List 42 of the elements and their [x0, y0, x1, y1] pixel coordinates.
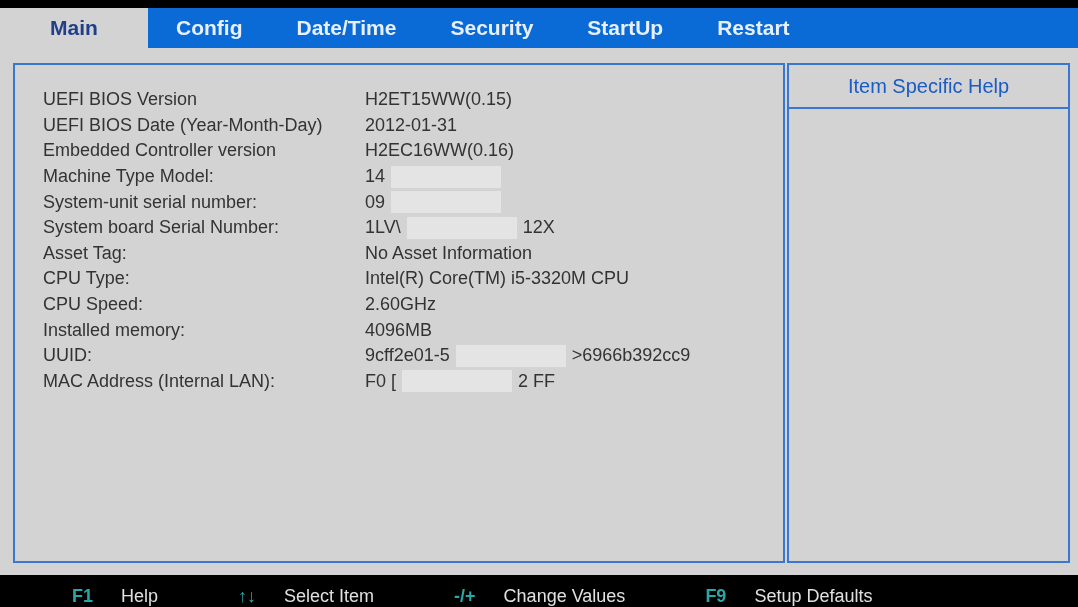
info-value: 09: [365, 191, 386, 213]
key-action: Change Values: [503, 586, 626, 607]
info-value: 12X: [522, 217, 555, 239]
menu-tab[interactable]: Security: [426, 8, 558, 48]
info-value: Intel(R) Core(TM) i5-3320M CPU: [365, 268, 630, 290]
info-label: CPU Speed:: [43, 294, 145, 316]
key-label: F9: [705, 586, 727, 607]
key-label: -/+: [454, 586, 476, 607]
key-label: F1: [72, 586, 93, 607]
menu-tab[interactable]: Config: [152, 8, 267, 48]
menu-tab[interactable]: Main: [0, 8, 148, 48]
info-value: 2 FF: [518, 370, 556, 392]
info-value: 14: [365, 166, 386, 188]
info-label: MAC Address (Internal LAN):: [43, 370, 277, 392]
info-label: UUID:: [43, 345, 93, 367]
menu-tab[interactable]: Date/Time: [272, 8, 421, 48]
info-value: 2.60GHz: [365, 294, 437, 316]
info-value: No Asset Information: [365, 242, 533, 264]
info-label: Machine Type Model:: [43, 166, 215, 188]
info-label: System board Serial Number:: [43, 217, 281, 239]
info-value: F0 [: [365, 370, 396, 392]
info-value: 2012-01-31: [365, 114, 458, 136]
info-value: 9cff2e01-5: [365, 345, 450, 367]
info-label: UEFI BIOS Version: [43, 89, 199, 111]
info-value: H2EC16WW(0.16): [365, 140, 515, 162]
info-value: H2ET15WW(0.15): [365, 89, 513, 111]
info-label: Installed memory:: [43, 319, 187, 341]
help-title: Item Specific Help: [789, 65, 1068, 109]
info-label: Asset Tag:: [43, 242, 128, 264]
menu-tab[interactable]: StartUp: [563, 8, 688, 48]
menu-tab[interactable]: Restart: [693, 8, 814, 48]
info-label: Embedded Controller version: [43, 140, 278, 162]
info-value: 1LV\: [365, 217, 401, 239]
key-action: Setup Defaults: [754, 586, 873, 607]
info-label: System-unit serial number:: [43, 191, 259, 213]
key-action: Select Item: [284, 586, 375, 607]
info-value: >6966b392cc9: [571, 345, 691, 367]
info-label: CPU Type:: [43, 268, 131, 290]
key-action: Help: [121, 586, 159, 607]
key-label: ↑↓: [238, 586, 257, 607]
info-value: 4096MB: [365, 319, 433, 341]
info-label: UEFI BIOS Date (Year-Month-Day): [43, 114, 324, 136]
